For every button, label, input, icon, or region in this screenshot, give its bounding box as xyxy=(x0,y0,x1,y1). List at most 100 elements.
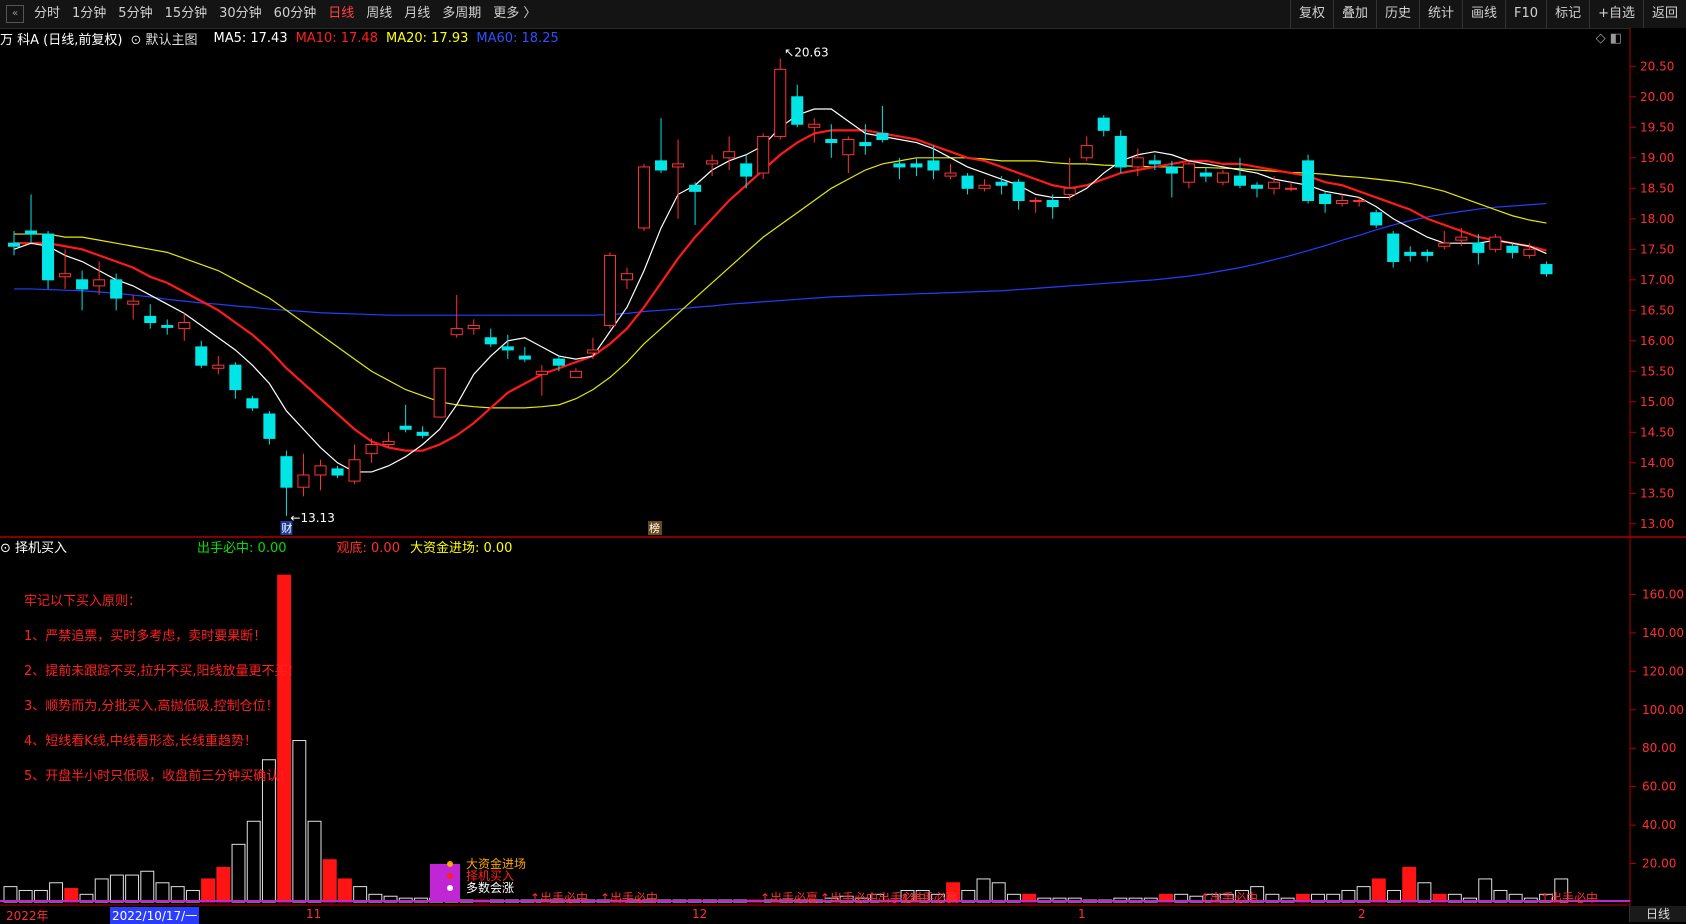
candle-35 xyxy=(603,254,616,327)
price-label-4: 18.50 xyxy=(1640,181,1674,195)
candle-69 xyxy=(1182,163,1195,183)
candle-8 xyxy=(144,315,157,323)
vol-bar-23 xyxy=(353,886,368,903)
candle-38 xyxy=(655,160,668,171)
candle-43 xyxy=(740,163,753,177)
candle-30 xyxy=(518,355,531,360)
candle-57 xyxy=(978,184,991,189)
price-label-10: 15.50 xyxy=(1640,364,1674,378)
date-label-5: 2 xyxy=(1358,907,1366,921)
rule-line-5: 5、开盘半小时只低吸，收盘前三分钟买确认！ xyxy=(24,769,293,784)
date-label-4: 1 xyxy=(1078,907,1086,921)
legend-dot-2 xyxy=(447,885,453,891)
rule-line-1: 1、严禁追票，买时多考虑，卖时要果断！ xyxy=(24,629,267,644)
candle-73 xyxy=(1250,184,1264,189)
price-label-14: 13.50 xyxy=(1640,486,1674,500)
vol-bar-89 xyxy=(1356,886,1371,903)
ma20-line xyxy=(14,157,1547,409)
vol-label-7: 20.00 xyxy=(1642,857,1676,871)
price-label-1: 20.00 xyxy=(1640,90,1674,104)
vol-label-4: 80.00 xyxy=(1642,741,1676,755)
bottom-signal-4: ↑出手必赢 xyxy=(900,890,958,905)
ma10-line xyxy=(14,129,1547,452)
price-label-8: 16.50 xyxy=(1640,303,1674,317)
candle-46 xyxy=(791,96,804,125)
candle-37 xyxy=(637,166,651,229)
candle-66 xyxy=(1131,157,1144,168)
ma5-line xyxy=(13,108,1547,473)
candle-3 xyxy=(59,273,72,278)
candle-59 xyxy=(1012,181,1025,201)
candle-20 xyxy=(348,459,361,482)
ma60-line xyxy=(14,202,1547,316)
candle-7 xyxy=(127,300,140,305)
candle-26 xyxy=(450,328,463,336)
vol-bar-10 xyxy=(155,882,170,903)
candle-50 xyxy=(859,142,872,147)
candle-65 xyxy=(1114,135,1127,168)
candle-29 xyxy=(501,346,514,351)
vol-bar-4 xyxy=(64,888,79,903)
candle-47 xyxy=(808,123,821,128)
vol-bar-15 xyxy=(231,843,246,903)
candle-79 xyxy=(1353,200,1366,202)
candle-15 xyxy=(263,413,276,439)
price-label-0: 20.50 xyxy=(1640,59,1674,73)
vol-bar-8 xyxy=(125,874,140,903)
candle-13 xyxy=(229,364,242,391)
indicator-value-3: 大资金进场: 0.00 xyxy=(409,540,513,556)
buy-rules: 牢记以下买入原则： 1、严禁追票，买时多考虑，卖时要果断！ 2、提前未跟踪不买,拉升… xyxy=(24,590,301,800)
vol-bar-93 xyxy=(1417,882,1432,903)
candle-16 xyxy=(280,456,293,488)
candle-85 xyxy=(1455,236,1468,241)
candle-2 xyxy=(42,233,55,281)
candle-55 xyxy=(944,172,957,177)
candle-9 xyxy=(161,325,174,328)
vol-bar-90 xyxy=(1371,878,1386,903)
candle-1 xyxy=(24,230,38,235)
vol-bar-65 xyxy=(991,882,1006,903)
vol-bar-14 xyxy=(216,866,231,903)
candle-87 xyxy=(1489,236,1502,250)
date-label-1: 2022/10/17/一 xyxy=(110,907,200,924)
candle-58 xyxy=(995,181,1008,186)
candle-56 xyxy=(961,175,974,189)
price-label-2: 19.50 xyxy=(1640,120,1674,134)
price-label-9: 16.00 xyxy=(1640,334,1674,348)
legend-dot-0 xyxy=(447,861,453,867)
price-label-3: 19.00 xyxy=(1640,151,1674,165)
rule-line-3: 3、顺势而为,分批买入,高抛低吸,控制仓位！ xyxy=(24,699,279,714)
candle-34 xyxy=(586,349,599,354)
vol-bar-3 xyxy=(49,882,64,903)
candle-78 xyxy=(1336,200,1349,205)
candle-81 xyxy=(1387,233,1400,263)
period-indicator[interactable]: 日线 xyxy=(1629,906,1686,922)
candle-54 xyxy=(927,160,940,171)
vol-label-6: 40.00 xyxy=(1642,818,1676,832)
candle-39 xyxy=(672,163,685,168)
indicator-name: 择机买入 xyxy=(15,540,68,556)
price-label-11: 15.00 xyxy=(1640,395,1674,409)
candle-84 xyxy=(1438,242,1451,247)
candle-53 xyxy=(910,163,923,168)
candle-23 xyxy=(399,425,412,430)
candle-33 xyxy=(569,370,582,378)
candle-42 xyxy=(723,151,736,159)
bottom-signal-2: ↑出手必赢 xyxy=(760,890,818,905)
vol-label-5: 60.00 xyxy=(1642,780,1676,794)
date-label-2: 11 xyxy=(306,907,322,921)
price-label-12: 14.50 xyxy=(1640,425,1674,439)
candle-22 xyxy=(382,440,395,446)
vol-bar-21 xyxy=(322,859,337,903)
candle-60 xyxy=(1029,200,1042,202)
high-price-marker: ↖20.63 xyxy=(784,45,828,59)
vol-label-2: 120.00 xyxy=(1642,664,1684,678)
date-label-3: 12 xyxy=(692,907,708,921)
vol-bar-0 xyxy=(3,886,18,903)
indicator-selector[interactable]: ⊙ 择机买入 xyxy=(0,537,77,556)
vol-bar-9 xyxy=(140,870,155,903)
candle-17 xyxy=(297,474,310,488)
vol-bar-13 xyxy=(201,878,216,903)
candle-5 xyxy=(93,279,106,287)
price-label-7: 17.00 xyxy=(1640,273,1674,287)
